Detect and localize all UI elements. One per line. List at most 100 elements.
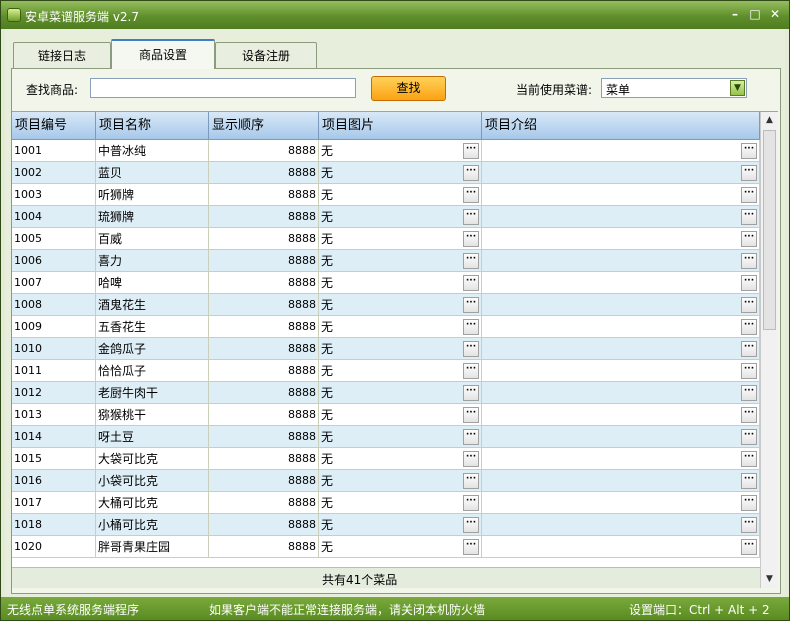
browse-image-button[interactable]: ··· [463, 165, 479, 181]
menu-select[interactable]: 菜单 ▼ [601, 78, 747, 98]
table-row[interactable]: 1015 大袋可比克 8888 无 ··· ··· [12, 448, 760, 470]
item-name-cell[interactable]: 恰恰瓜子 [96, 360, 209, 382]
item-intro-cell[interactable]: ··· [482, 140, 760, 162]
display-order-cell[interactable]: 8888 [209, 272, 319, 294]
minimize-button[interactable]: – [727, 6, 743, 22]
item-intro-cell[interactable]: ··· [482, 470, 760, 492]
table-row[interactable]: 1003 听狮牌 8888 无 ··· ··· [12, 184, 760, 206]
item-name-cell[interactable]: 五香花生 [96, 316, 209, 338]
item-intro-cell[interactable]: ··· [482, 316, 760, 338]
table-row[interactable]: 1005 百威 8888 无 ··· ··· [12, 228, 760, 250]
item-image-cell[interactable]: 无 ··· [319, 250, 482, 272]
table-row[interactable]: 1017 大桶可比克 8888 无 ··· ··· [12, 492, 760, 514]
display-order-cell[interactable]: 8888 [209, 514, 319, 536]
item-image-cell[interactable]: 无 ··· [319, 272, 482, 294]
item-image-cell[interactable]: 无 ··· [319, 426, 482, 448]
search-input[interactable] [90, 78, 356, 98]
item-name-cell[interactable]: 呀土豆 [96, 426, 209, 448]
display-order-cell[interactable]: 8888 [209, 316, 319, 338]
browse-image-button[interactable]: ··· [463, 495, 479, 511]
search-button[interactable]: 查找 [371, 76, 446, 101]
item-intro-cell[interactable]: ··· [482, 404, 760, 426]
edit-intro-button[interactable]: ··· [741, 319, 757, 335]
table-row[interactable]: 1010 金鸽瓜子 8888 无 ··· ··· [12, 338, 760, 360]
item-image-cell[interactable]: 无 ··· [319, 338, 482, 360]
tab-link-log[interactable]: 链接日志 [13, 42, 111, 68]
item-image-cell[interactable]: 无 ··· [319, 360, 482, 382]
display-order-cell[interactable]: 8888 [209, 228, 319, 250]
item-image-cell[interactable]: 无 ··· [319, 470, 482, 492]
display-order-cell[interactable]: 8888 [209, 140, 319, 162]
table-row[interactable]: 1013 猕猴桃干 8888 无 ··· ··· [12, 404, 760, 426]
item-image-cell[interactable]: 无 ··· [319, 492, 482, 514]
item-name-cell[interactable]: 听狮牌 [96, 184, 209, 206]
item-intro-cell[interactable]: ··· [482, 382, 760, 404]
table-row[interactable]: 1011 恰恰瓜子 8888 无 ··· ··· [12, 360, 760, 382]
edit-intro-button[interactable]: ··· [741, 231, 757, 247]
tab-product-settings[interactable]: 商品设置 [111, 39, 215, 69]
item-intro-cell[interactable]: ··· [482, 492, 760, 514]
item-name-cell[interactable]: 小桶可比克 [96, 514, 209, 536]
item-image-cell[interactable]: 无 ··· [319, 536, 482, 558]
table-row[interactable]: 1012 老厨牛肉干 8888 无 ··· ··· [12, 382, 760, 404]
item-name-cell[interactable]: 哈啤 [96, 272, 209, 294]
item-intro-cell[interactable]: ··· [482, 360, 760, 382]
browse-image-button[interactable]: ··· [463, 143, 479, 159]
browse-image-button[interactable]: ··· [463, 341, 479, 357]
item-name-cell[interactable]: 小袋可比克 [96, 470, 209, 492]
item-name-cell[interactable]: 金鸽瓜子 [96, 338, 209, 360]
item-image-cell[interactable]: 无 ··· [319, 184, 482, 206]
edit-intro-button[interactable]: ··· [741, 363, 757, 379]
edit-intro-button[interactable]: ··· [741, 297, 757, 313]
item-name-cell[interactable]: 猕猴桃干 [96, 404, 209, 426]
table-row[interactable]: 1008 酒鬼花生 8888 无 ··· ··· [12, 294, 760, 316]
item-image-cell[interactable]: 无 ··· [319, 162, 482, 184]
table-row[interactable]: 1006 喜力 8888 无 ··· ··· [12, 250, 760, 272]
table-row[interactable]: 1016 小袋可比克 8888 无 ··· ··· [12, 470, 760, 492]
display-order-cell[interactable]: 8888 [209, 162, 319, 184]
browse-image-button[interactable]: ··· [463, 253, 479, 269]
edit-intro-button[interactable]: ··· [741, 407, 757, 423]
item-name-cell[interactable]: 琉狮牌 [96, 206, 209, 228]
scroll-thumb[interactable] [763, 130, 776, 330]
item-intro-cell[interactable]: ··· [482, 426, 760, 448]
item-intro-cell[interactable]: ··· [482, 536, 760, 558]
maximize-button[interactable]: □ [747, 6, 763, 22]
item-name-cell[interactable]: 中普冰纯 [96, 140, 209, 162]
browse-image-button[interactable]: ··· [463, 451, 479, 467]
item-image-cell[interactable]: 无 ··· [319, 448, 482, 470]
item-intro-cell[interactable]: ··· [482, 272, 760, 294]
table-row[interactable]: 1004 琉狮牌 8888 无 ··· ··· [12, 206, 760, 228]
edit-intro-button[interactable]: ··· [741, 187, 757, 203]
column-header-intro[interactable]: 项目介绍 [482, 112, 760, 140]
item-intro-cell[interactable]: ··· [482, 228, 760, 250]
edit-intro-button[interactable]: ··· [741, 275, 757, 291]
browse-image-button[interactable]: ··· [463, 275, 479, 291]
column-header-id[interactable]: 项目编号 [12, 112, 96, 140]
item-intro-cell[interactable]: ··· [482, 338, 760, 360]
display-order-cell[interactable]: 8888 [209, 294, 319, 316]
column-header-name[interactable]: 项目名称 [96, 112, 209, 140]
edit-intro-button[interactable]: ··· [741, 143, 757, 159]
item-name-cell[interactable]: 蓝贝 [96, 162, 209, 184]
item-name-cell[interactable]: 老厨牛肉干 [96, 382, 209, 404]
edit-intro-button[interactable]: ··· [741, 165, 757, 181]
display-order-cell[interactable]: 8888 [209, 206, 319, 228]
display-order-cell[interactable]: 8888 [209, 184, 319, 206]
item-intro-cell[interactable]: ··· [482, 162, 760, 184]
browse-image-button[interactable]: ··· [463, 473, 479, 489]
tab-device-registration[interactable]: 设备注册 [215, 42, 317, 68]
item-image-cell[interactable]: 无 ··· [319, 294, 482, 316]
table-row[interactable]: 1007 哈啤 8888 无 ··· ··· [12, 272, 760, 294]
display-order-cell[interactable]: 8888 [209, 536, 319, 558]
browse-image-button[interactable]: ··· [463, 297, 479, 313]
table-row[interactable]: 1002 蓝贝 8888 无 ··· ··· [12, 162, 760, 184]
item-name-cell[interactable]: 百威 [96, 228, 209, 250]
scroll-up-arrow-icon[interactable]: ▲ [761, 112, 778, 129]
item-intro-cell[interactable]: ··· [482, 514, 760, 536]
edit-intro-button[interactable]: ··· [741, 473, 757, 489]
edit-intro-button[interactable]: ··· [741, 495, 757, 511]
scroll-down-arrow-icon[interactable]: ▼ [761, 571, 778, 588]
item-name-cell[interactable]: 大袋可比克 [96, 448, 209, 470]
table-row[interactable]: 1001 中普冰纯 8888 无 ··· ··· [12, 140, 760, 162]
